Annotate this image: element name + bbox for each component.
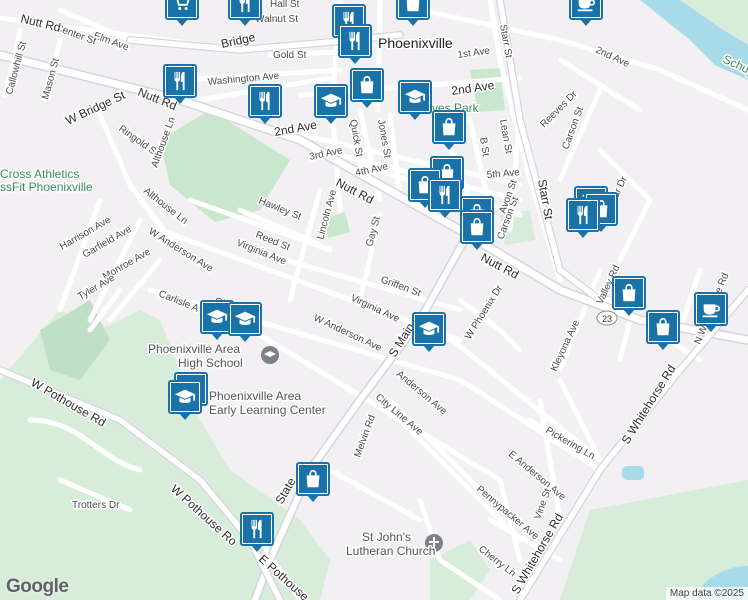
utensils-icon (166, 67, 194, 95)
utensils-icon (341, 27, 369, 55)
label-w-bridge-st: W Bridge St (63, 88, 128, 128)
map-attribution[interactable]: Map data ©2025 (665, 587, 748, 600)
utensils-icon (231, 0, 259, 17)
restaurant-marker[interactable] (228, 0, 262, 26)
shopping-marker[interactable] (460, 210, 494, 250)
restaurant-marker[interactable] (338, 24, 372, 64)
label-gold-st: Gold St (273, 50, 307, 61)
label-city-line-ave: City Line Ave (373, 392, 425, 438)
shopping-cart-marker[interactable] (165, 0, 199, 26)
label-pennypacker-ave: Pennypacker Ave (474, 484, 541, 543)
shopping-marker[interactable] (350, 68, 384, 108)
school-marker[interactable] (398, 80, 432, 120)
label-gay-st: Gay St (364, 215, 383, 248)
shopping-bag-icon (353, 71, 381, 99)
town-label: Phoenixville (378, 35, 453, 51)
cafe-marker[interactable] (694, 292, 728, 332)
shopping-cart-icon (168, 0, 196, 17)
label-nutt-rd-top: Nutt Rd (19, 11, 62, 34)
shopping-bag-icon (299, 465, 327, 493)
label-2nd-ave-ne: 2nd Ave (594, 45, 632, 70)
elc-label-1: Phoenixville Area (209, 389, 301, 403)
shopping-marker[interactable] (646, 310, 680, 350)
label-lean-st: Lean St (497, 119, 514, 155)
label-w-phoenix-dr: W Phoenix Dr (463, 283, 505, 342)
graduation-cap-icon (171, 383, 199, 411)
label-virginia-ave-e: Virginia Ave (349, 293, 402, 325)
school-marker[interactable] (314, 84, 348, 124)
map-view[interactable]: 23 Phoenixville Hall St Walnut St Elm Av… (0, 0, 748, 600)
cafe-marker[interactable] (569, 0, 603, 26)
crossfit-label-2: ssFit Phoenixville (0, 180, 93, 194)
utensils-icon (251, 87, 279, 115)
shopping-bag-icon (649, 313, 677, 341)
church-label-2: Lutheran Church (346, 544, 435, 558)
label-hall-st: Hall St (270, 0, 300, 10)
shopping-marker[interactable] (612, 276, 646, 316)
label-callowhill-st: Callowhill St (4, 40, 29, 96)
label-e-anderson-ave: E Anderson Ave (506, 449, 568, 503)
utensils-icon (431, 181, 459, 209)
school-marker[interactable] (168, 380, 202, 420)
label-carlisle-ave: Carlisle A (157, 289, 201, 315)
label-trotters-dr: Trotters Dr (72, 500, 120, 511)
restaurant-marker[interactable] (248, 84, 282, 124)
label-1st-ave: 1st Ave (457, 45, 491, 60)
school-label-1: Phoenixville Area (148, 342, 240, 356)
school-poi-icon (261, 346, 279, 364)
graduation-cap-icon (231, 305, 259, 333)
shopping-bag-icon (399, 0, 427, 17)
restaurant-marker[interactable] (428, 178, 462, 218)
shopping-marker[interactable] (296, 462, 330, 502)
restaurant-marker[interactable] (566, 198, 600, 238)
label-s-whitehorse-rd: S Whitehorse Rd (619, 362, 679, 446)
shopping-marker[interactable] (396, 0, 430, 26)
route-23-shield: 23 (596, 310, 618, 326)
restaurant-marker[interactable] (240, 512, 274, 552)
crossfit-label-1: Cross Athletics (0, 167, 79, 181)
route-23-label: 23 (602, 314, 612, 324)
utensils-icon (569, 201, 597, 229)
coffee-icon (697, 295, 725, 323)
restaurant-marker[interactable] (163, 64, 197, 104)
elc-label-2: Early Learning Center (209, 403, 326, 417)
school-marker[interactable] (412, 312, 446, 352)
shopping-bag-icon (463, 213, 491, 241)
google-logo: Google (6, 576, 69, 597)
church-label-1: St John's (362, 530, 411, 544)
school-label-2: High School (178, 356, 243, 370)
graduation-cap-icon (415, 315, 443, 343)
label-melvin-rd: Melvin Rd (352, 413, 378, 459)
coffee-icon (572, 0, 600, 17)
shopping-marker[interactable] (432, 110, 466, 150)
school-marker[interactable] (228, 302, 262, 342)
graduation-cap-icon (401, 83, 429, 111)
shopping-bag-icon (435, 113, 463, 141)
utensils-icon (243, 515, 271, 543)
label-kleyona-ave: Kleyona Ave (549, 318, 583, 373)
shopping-bag-icon (615, 279, 643, 307)
graduation-cap-icon (203, 303, 231, 331)
graduation-cap-icon (317, 87, 345, 115)
